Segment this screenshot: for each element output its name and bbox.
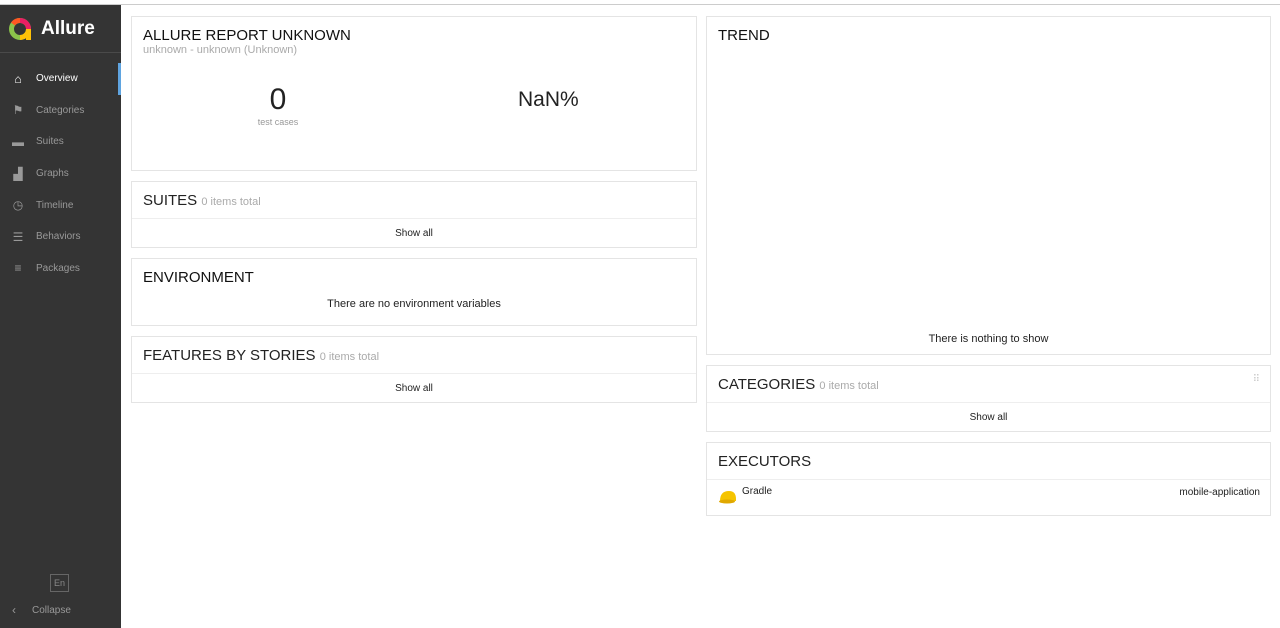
sidebar-item-overview[interactable]: ⌂ Overview (0, 63, 121, 95)
success-percent: NaN% (518, 88, 579, 111)
features-total: 0 items total (319, 351, 380, 363)
language-button[interactable]: En (50, 574, 69, 592)
summary-widget: ALLURE REPORT UNKNOWN unknown - unknown … (131, 16, 697, 171)
sidebar-item-label: Categories (36, 104, 85, 116)
hard-hat-icon (719, 491, 736, 504)
sidebar-item-label: Suites (36, 136, 64, 148)
chevron-left-icon: ‹ (12, 603, 16, 617)
categories-title: CATEGORIES (718, 376, 816, 393)
nav-menu: ⌂ Overview ⚑ Categories ▬ Suites ▟ Graphs ◷ T… (0, 63, 121, 284)
report-title: ALLURE REPORT UNKNOWN (143, 27, 351, 44)
collapse-label: Collapse (32, 604, 71, 616)
executor-name[interactable]: Gradle (742, 486, 772, 497)
suites-title: SUITES (143, 192, 198, 209)
bar-chart-icon: ▟ (13, 166, 23, 181)
sidebar-item-categories[interactable]: ⚑ Categories (0, 95, 121, 127)
allure-logo-icon (9, 17, 31, 40)
test-case-count: 0 (269, 83, 287, 116)
sidebar-item-behaviors[interactable]: ☰ Behaviors (0, 221, 121, 253)
sidebar-item-label: Timeline (36, 199, 74, 211)
executors-title: EXECUTORS (707, 443, 1270, 480)
sidebar-item-label: Overview (36, 73, 78, 85)
sidebar-item-graphs[interactable]: ▟ Graphs (0, 158, 121, 190)
collapse-button[interactable]: ‹ Collapse (12, 603, 71, 617)
test-case-label: test cases (257, 117, 299, 127)
briefcase-icon: ▬ (12, 134, 24, 149)
list-icon: ☰ (12, 229, 24, 244)
sidebar-item-label: Graphs (36, 168, 69, 180)
environment-widget: ENVIRONMENT There are no environment var… (131, 258, 697, 326)
trend-widget: TREND There is nothing to show (706, 16, 1271, 355)
sidebar-item-label: Behaviors (36, 231, 81, 243)
clock-icon: ◷ (12, 198, 24, 213)
sidebar-item-label: Packages (36, 262, 80, 274)
suites-widget: SUITES 0 items total Show all (131, 181, 697, 248)
flag-icon: ⚑ (12, 103, 24, 118)
report-subtitle: unknown - unknown (Unknown) (143, 44, 298, 56)
categories-show-all-link[interactable]: Show all (707, 403, 1270, 423)
suites-show-all-link[interactable]: Show all (132, 219, 696, 239)
sidebar-item-suites[interactable]: ▬ Suites (0, 126, 121, 158)
executors-widget: EXECUTORS Gradle mobile-application (706, 442, 1271, 516)
environment-title: ENVIRONMENT (143, 269, 254, 286)
trend-empty-text: There is nothing to show (928, 333, 1049, 345)
sidebar-item-timeline[interactable]: ◷ Timeline (0, 189, 121, 221)
categories-widget: CATEGORIES 0 items total ⠿ Show all (706, 365, 1271, 432)
drag-handle-icon[interactable]: ⠿ (1253, 374, 1260, 385)
features-widget: FEATURES BY STORIES 0 items total Show a… (131, 336, 697, 403)
features-show-all-link[interactable]: Show all (132, 374, 696, 394)
sidebar: Allure ⌂ Overview ⚑ Categories ▬ Suites ▟ Gr… (0, 5, 121, 628)
home-icon: ⌂ (14, 71, 22, 86)
brand[interactable]: Allure (0, 5, 121, 53)
suites-total: 0 items total (201, 196, 261, 208)
executor-row[interactable]: Gradle mobile-application (707, 480, 1270, 516)
sidebar-item-packages[interactable]: ≡ Packages (0, 253, 121, 285)
categories-total: 0 items total (819, 380, 879, 392)
executor-build[interactable]: mobile-application (1179, 487, 1260, 498)
align-left-icon: ≡ (14, 261, 22, 276)
features-title: FEATURES BY STORIES (143, 347, 316, 364)
top-border (0, 0, 1280, 5)
brand-name: Allure (41, 17, 95, 39)
environment-empty-text: There are no environment variables (327, 298, 501, 310)
trend-title: TREND (718, 27, 770, 44)
